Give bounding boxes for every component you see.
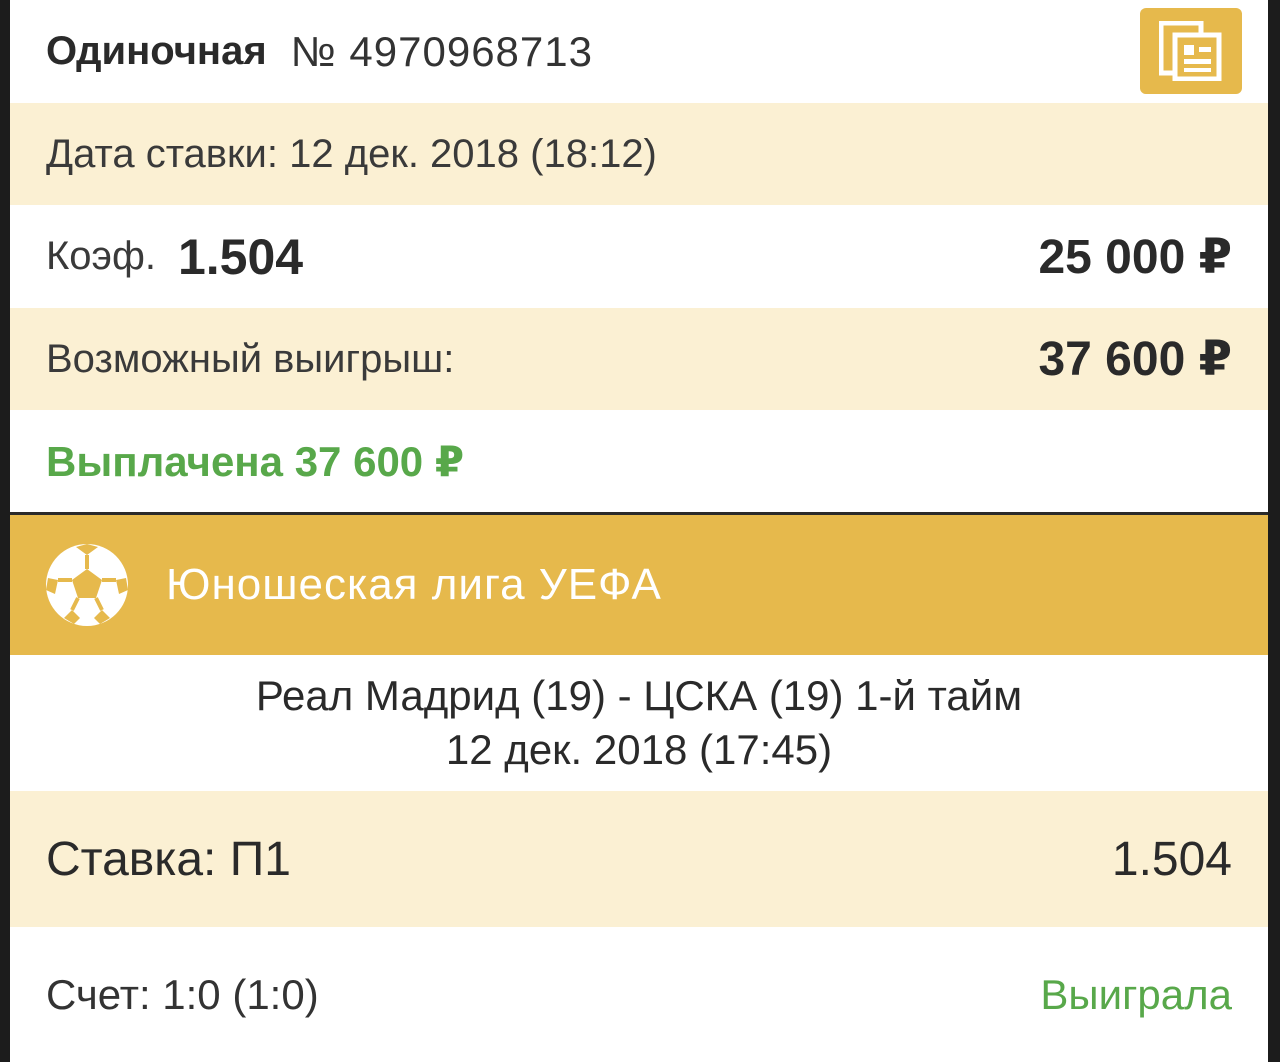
match-title: Реал Мадрид (19) - ЦСКА (19) 1-й тайм [255,672,1023,719]
coef-row: Коэф. 1.504 25 000 ₽ [10,205,1268,308]
match-info: Реал Мадрид (19) - ЦСКА (19) 1-й тайм 12… [10,655,1268,791]
coef-label: Коэф. [46,234,156,278]
match-date: 12 дек. 2018 (17:45) [445,726,833,773]
selection-row: Ставка: П1 1.504 [10,791,1268,927]
result-status: Выиграла [1040,970,1232,1018]
possible-win-label: Возможный выигрыш: [46,336,455,381]
bet-header: Одиночная № 4970968713 [10,0,1268,103]
bet-card: Одиночная № 4970968713 Дата ставки: 12 д… [10,0,1268,1062]
stake-amount: 25 000 ₽ [1038,230,1232,284]
bet-date: Дата ставки: 12 дек. 2018 (18:12) [46,131,657,176]
payout-row: Выплачена 37 600 ₽ [10,410,1268,513]
result-row: Счет: 1:0 (1:0) Выиграла [10,927,1268,1062]
selection-odd: 1.504 [1111,832,1232,886]
payout-status: Выплачена 37 600 ₽ [46,438,465,485]
selection-label: Ставка: П1 [46,832,291,886]
soccer-ball-icon [46,544,128,626]
bet-type: Одиночная [46,29,267,73]
league-header: Юношеская лига УЕФА [10,515,1268,655]
bet-number: № 4970968713 [290,27,593,75]
bet-date-row: Дата ставки: 12 дек. 2018 (18:12) [10,103,1268,205]
possible-win-amount: 37 600 ₽ [1038,333,1232,386]
coef-value: 1.504 [177,228,304,285]
league-name: Юношеская лига УЕФА [166,560,662,609]
score: Счет: 1:0 (1:0) [46,970,319,1018]
copy-document-icon [1159,21,1222,81]
copy-button[interactable] [1140,8,1242,94]
possible-win-row: Возможный выигрыш: 37 600 ₽ [10,308,1268,410]
